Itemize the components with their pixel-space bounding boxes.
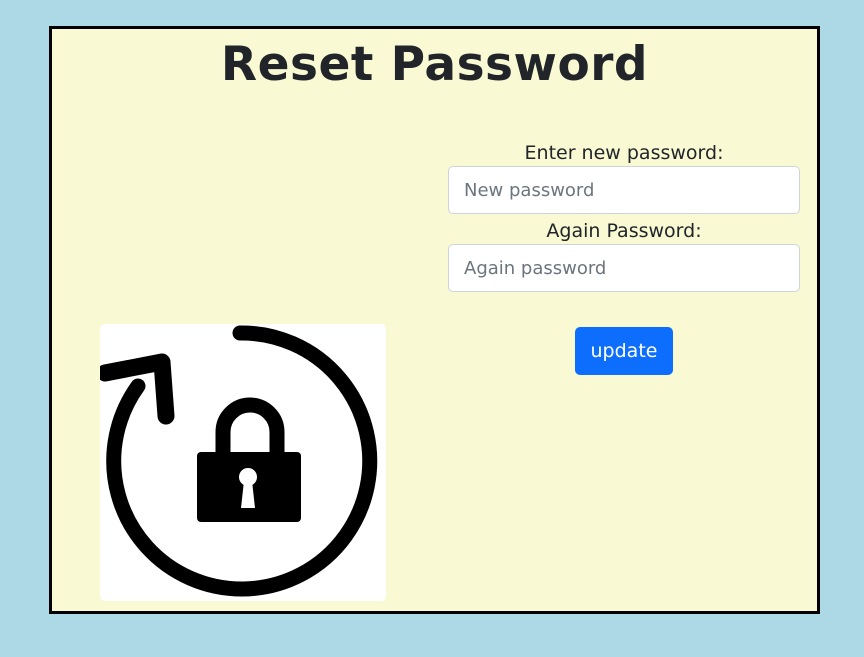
reset-lock-illustration: [100, 324, 386, 601]
new-password-label: Enter new password:: [524, 142, 724, 164]
reset-form: Enter new password: Again Password: upda…: [448, 140, 800, 375]
new-password-input[interactable]: [448, 166, 800, 214]
reset-lock-icon: [100, 325, 378, 597]
again-password-label: Again Password:: [546, 220, 702, 242]
page-title: Reset Password: [220, 37, 649, 92]
reset-password-card: Reset Password Enter new password: Again…: [49, 26, 820, 614]
again-password-input[interactable]: [448, 244, 800, 292]
update-button[interactable]: update: [574, 327, 674, 375]
